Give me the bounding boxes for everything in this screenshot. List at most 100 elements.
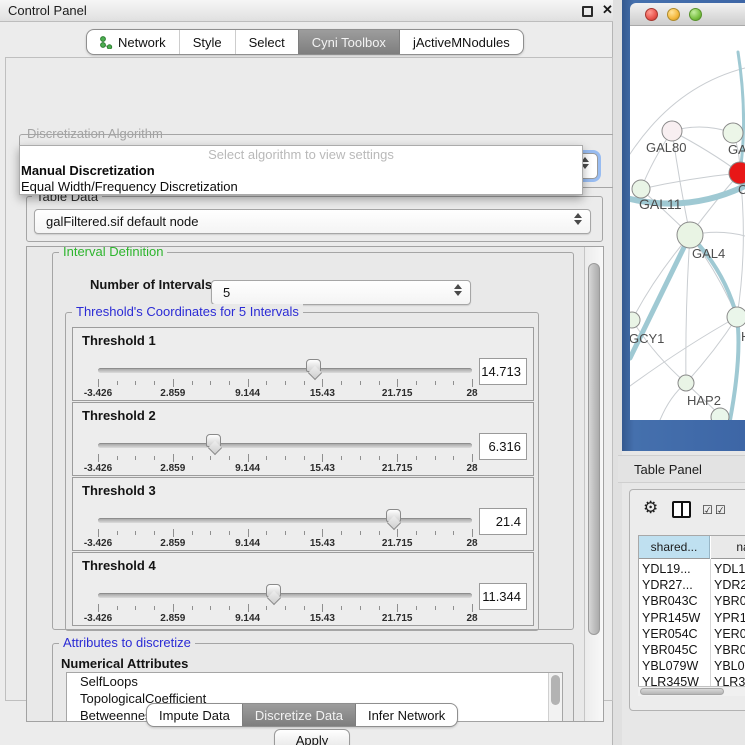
float-window-icon[interactable] xyxy=(582,6,593,17)
tick-mark xyxy=(173,379,174,387)
table-hscrollbar-thumb[interactable] xyxy=(640,688,724,695)
tab-label: Style xyxy=(193,35,222,50)
top-tab-bar: Network Style SelectCyni ToolboxjActiveMNo… xyxy=(86,29,524,55)
app-root: Control Panel ✕ NetworkStyleSelectCyni T… xyxy=(0,0,745,745)
attributes-scrollbar-thumb[interactable] xyxy=(551,675,560,705)
split-columns-icon[interactable] xyxy=(672,501,691,518)
tick-mark xyxy=(229,531,230,535)
threshold-value-field[interactable]: 6.316 xyxy=(479,433,527,460)
tab-infer-network[interactable]: Infer Network xyxy=(355,704,457,726)
slider-track[interactable] xyxy=(98,368,472,373)
cell-shared-name: YBL079W xyxy=(642,658,708,674)
network-edge[interactable] xyxy=(632,320,686,383)
network-edge[interactable] xyxy=(641,173,740,189)
column-header-name[interactable]: na xyxy=(711,536,745,559)
number-of-intervals-spinner[interactable]: 5 xyxy=(211,280,471,305)
tick-label: 21.715 xyxy=(382,388,413,399)
tick-mark xyxy=(173,529,174,537)
checkbox-icon[interactable]: ☑ xyxy=(715,503,726,517)
settings-scrollbar[interactable] xyxy=(584,247,603,721)
tick-mark xyxy=(210,381,211,385)
tab-select[interactable]: Select xyxy=(235,30,298,54)
tick-mark xyxy=(472,454,473,462)
table-row[interactable]: YBR043CYBR0 xyxy=(639,593,745,609)
slider-thumb[interactable] xyxy=(266,584,281,597)
number-of-intervals-label: Number of Intervals xyxy=(90,277,212,292)
settings-scrollbar-thumb[interactable] xyxy=(588,263,600,635)
slider-track[interactable] xyxy=(98,593,472,598)
network-node[interactable] xyxy=(729,162,745,184)
slider-thumb[interactable] xyxy=(386,509,401,522)
minimize-traffic-light-icon[interactable] xyxy=(667,8,680,21)
panel-divider[interactable] xyxy=(613,0,622,745)
tick-label: 21.715 xyxy=(382,613,413,624)
network-node[interactable] xyxy=(678,375,694,391)
apply-button[interactable]: Apply xyxy=(274,729,350,745)
network-node[interactable] xyxy=(630,312,640,328)
cell-shared-name: YDL19... xyxy=(642,561,708,577)
network-node[interactable] xyxy=(723,123,743,143)
network-node[interactable] xyxy=(677,222,703,248)
attribute-item[interactable]: SelfLoops xyxy=(67,673,562,690)
spinner-arrows-icon xyxy=(453,284,462,296)
slider-track[interactable] xyxy=(98,518,472,523)
tick-mark xyxy=(472,379,473,387)
slider-track[interactable] xyxy=(98,443,472,448)
cell-shared-name: YBR045C xyxy=(642,642,708,658)
column-header-shared-name[interactable]: shared... xyxy=(639,536,710,559)
checkbox-icon[interactable]: ☑ xyxy=(702,503,713,517)
tick-mark xyxy=(397,379,398,387)
cell-name: YDR2 xyxy=(714,577,745,593)
network-node[interactable] xyxy=(662,121,682,141)
tab-network[interactable]: Network xyxy=(87,30,179,54)
network-edge[interactable] xyxy=(686,317,737,383)
tick-label: 9.144 xyxy=(235,538,260,549)
threshold-value-field[interactable]: 11.344 xyxy=(479,583,527,610)
tick-label: 15.43 xyxy=(310,613,335,624)
tick-mark xyxy=(248,454,249,462)
algorithm-option[interactable]: Equal Width/Frequency Discretization xyxy=(20,179,582,195)
tab-style[interactable]: Style xyxy=(179,30,235,54)
tab-cyni-toolbox[interactable]: Cyni Toolbox xyxy=(298,30,399,54)
algorithm-option[interactable]: Manual Discretization xyxy=(20,163,582,179)
threshold-row: Threshold 3-3.4262.8599.14415.4321.71528… xyxy=(72,477,534,551)
network-edge[interactable] xyxy=(730,317,738,420)
table-row[interactable]: YBR045CYBR0 xyxy=(639,642,745,658)
tab-jactivemnodules[interactable]: jActiveMNodules xyxy=(399,30,523,54)
tick-label: -3.426 xyxy=(84,463,112,474)
close-icon[interactable]: ✕ xyxy=(602,2,613,18)
tab-label: Impute Data xyxy=(159,708,230,723)
table-row[interactable]: YDR27...YDR2 xyxy=(639,577,745,593)
table-data-combobox[interactable]: galFiltered.sif default node xyxy=(34,209,591,234)
table-row[interactable]: YBL079WYBL0 xyxy=(639,658,745,674)
attributes-scrollbar[interactable] xyxy=(548,673,562,722)
threshold-label: Threshold 3 xyxy=(82,483,156,498)
network-canvas[interactable]: GAL80GACGAL11GAL4GCY1HHAP2 xyxy=(630,26,745,420)
tick-label: 15.43 xyxy=(310,538,335,549)
tick-mark xyxy=(117,381,118,385)
close-traffic-light-icon[interactable] xyxy=(645,8,658,21)
tick-label: 21.715 xyxy=(382,463,413,474)
network-edge[interactable] xyxy=(686,235,690,383)
table-row[interactable]: YDL19...YDL1 xyxy=(639,561,745,577)
zoom-traffic-light-icon[interactable] xyxy=(689,8,702,21)
table-row[interactable]: YPR145WYPR1 xyxy=(639,610,745,626)
tab-label: Network xyxy=(118,35,166,50)
slider-thumb[interactable] xyxy=(306,359,321,372)
tick-mark xyxy=(117,531,118,535)
table-hscrollbar[interactable] xyxy=(638,686,745,696)
tab-discretize-data[interactable]: Discretize Data xyxy=(242,704,355,726)
tab-impute-data[interactable]: Impute Data xyxy=(147,704,242,726)
threshold-value-field[interactable]: 21.4 xyxy=(479,508,527,535)
tick-mark xyxy=(192,381,193,385)
threshold-value-field[interactable]: 14.713 xyxy=(479,358,527,385)
table-row[interactable]: YER054CYER0 xyxy=(639,626,745,642)
network-node[interactable] xyxy=(711,408,729,420)
tick-label: 2.859 xyxy=(160,388,185,399)
network-node[interactable] xyxy=(727,307,745,327)
gear-icon[interactable]: ⚙ xyxy=(643,498,658,518)
tick-mark xyxy=(154,531,155,535)
tick-label: 2.859 xyxy=(160,613,185,624)
slider-thumb[interactable] xyxy=(206,434,221,447)
algorithm-placeholder-option[interactable]: Select algorithm to view settings xyxy=(20,146,582,163)
